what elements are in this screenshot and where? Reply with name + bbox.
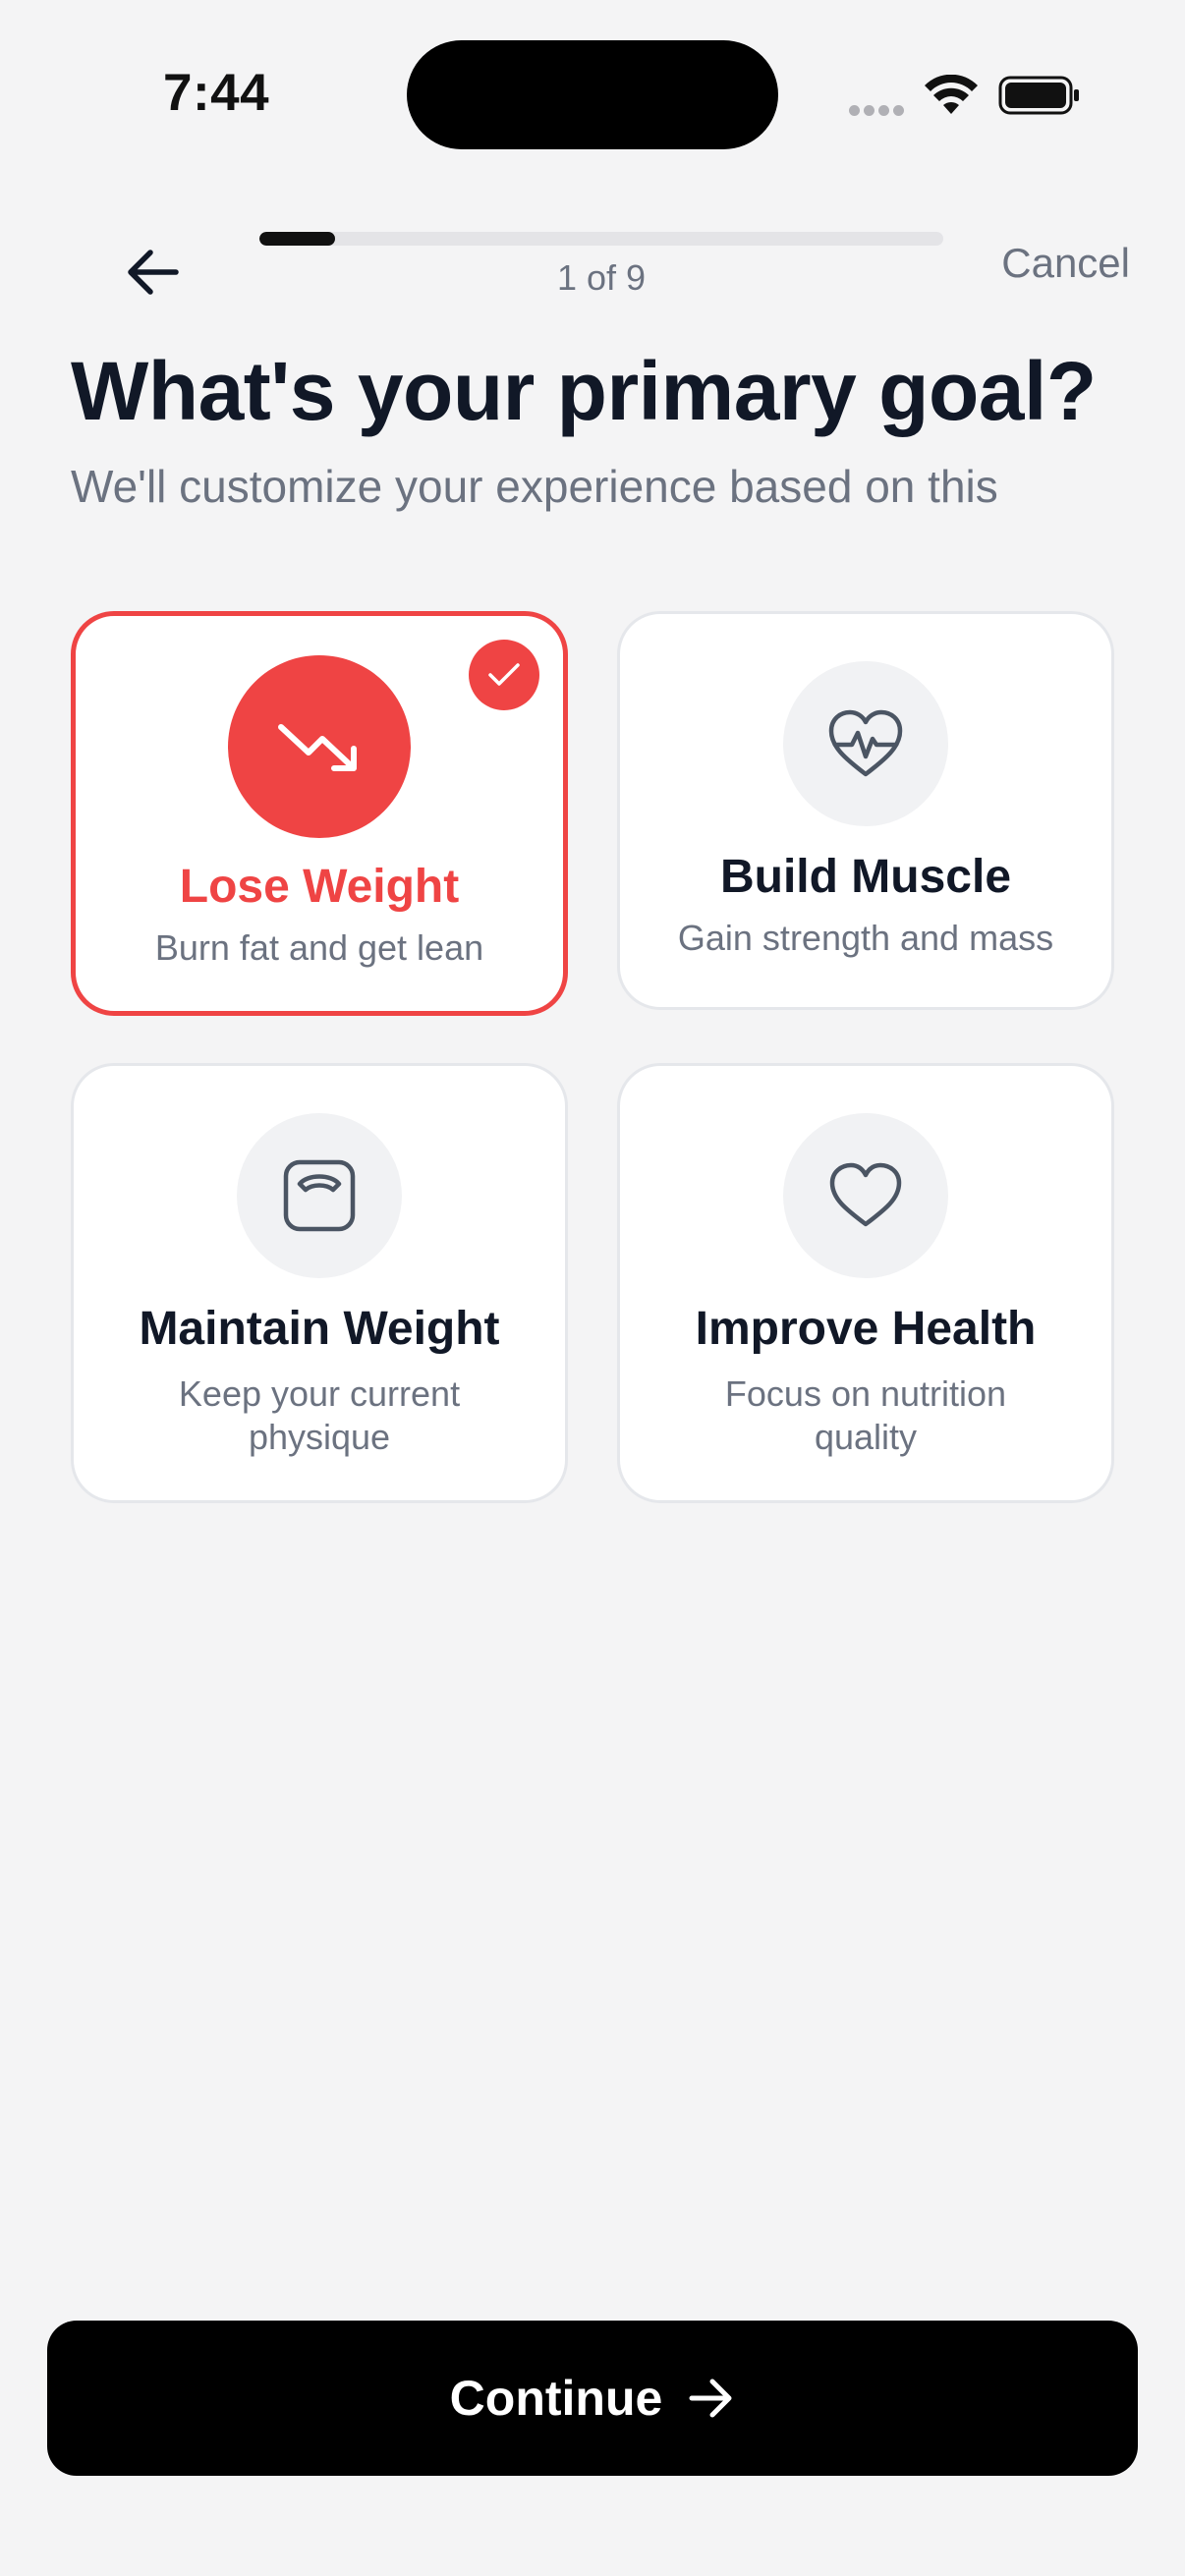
goal-description: Keep your current physique [178,1373,461,1457]
goal-description: Gain strength and mass [677,918,1054,958]
cancel-button[interactable]: Cancel [1001,240,1130,287]
status-bar: 7:44 [0,0,1185,187]
goal-icon-circle [228,655,411,838]
goal-title: Improve Health [695,1303,1037,1355]
continue-label: Continue [449,2371,663,2426]
progress-bar-fill [259,232,336,246]
wifi-icon [925,75,978,114]
progress-bar [259,232,943,246]
trending-down-icon [278,724,357,771]
check-icon [488,663,520,686]
cellular-signal-icon [849,103,908,117]
selected-check-badge [469,640,539,710]
goal-card-lose-weight[interactable]: Lose Weight Burn fat and get lean [71,611,568,1016]
dynamic-island [407,40,778,149]
goal-icon-circle [783,1113,948,1278]
heart-pulse-icon [828,709,903,777]
continue-button[interactable]: Continue [47,2321,1138,2476]
status-time: 7:44 [163,64,270,122]
arrow-right-icon [689,2379,732,2418]
goal-card-maintain-weight[interactable]: Maintain Weight Keep your current physiq… [71,1063,568,1503]
goal-card-build-muscle[interactable]: Build Muscle Gain strength and mass [617,611,1114,1010]
goal-description: Burn fat and get lean [154,927,484,968]
heart-icon [829,1162,902,1227]
page-title: What's your primary goal? [71,345,1097,437]
page-subtitle: We'll customize your experience based on… [71,461,998,512]
goal-icon-circle [783,661,948,826]
arrow-left-icon [128,250,179,295]
goal-icon-circle [237,1113,402,1278]
goal-card-improve-health[interactable]: Improve Health Focus on nutrition qualit… [617,1063,1114,1503]
battery-icon [998,76,1079,115]
goal-title: Lose Weight [179,861,460,913]
onboarding-nav: 1 of 9 Cancel [0,206,1185,305]
goal-title: Maintain Weight [139,1303,500,1355]
goal-title: Build Muscle [719,851,1012,903]
progress-label: 1 of 9 [556,257,647,298]
back-button[interactable] [110,230,195,314]
scale-icon [283,1159,356,1232]
goal-description: Focus on nutrition quality [724,1373,1007,1457]
